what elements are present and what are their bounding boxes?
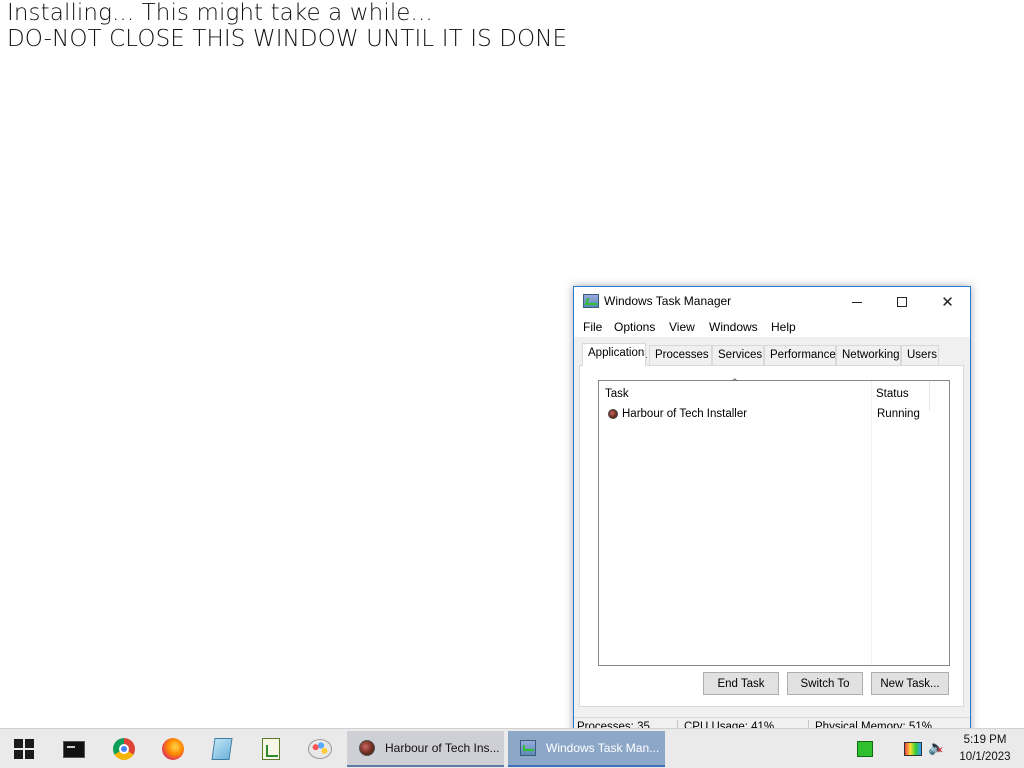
switch-to-button[interactable]: Switch To [787, 672, 863, 695]
command-prompt-button[interactable] [62, 737, 86, 761]
close-button[interactable]: ✕ [925, 287, 970, 317]
tab-networking[interactable]: Networking [836, 345, 901, 365]
clock-date: 10/1/2023 [959, 751, 1011, 763]
desktop: Installing... This might take a while...… [0, 0, 1024, 768]
tray-display-icon[interactable] [904, 742, 922, 756]
column-header-task[interactable]: Task [605, 388, 629, 400]
mute-icon: ✕ [936, 746, 944, 756]
installer-app-icon [608, 409, 618, 419]
menu-bar: File Options View Windows Help [574, 317, 970, 337]
command-prompt-icon [63, 740, 85, 758]
menu-options[interactable]: Options [614, 320, 655, 334]
table-row[interactable]: Harbour of Tech Installer Running [600, 407, 948, 425]
chrome-icon [113, 738, 135, 760]
menu-help[interactable]: Help [771, 320, 796, 334]
chrome-button[interactable] [112, 737, 136, 761]
windows-logo-icon [14, 739, 34, 759]
tab-processes[interactable]: Processes [649, 345, 712, 365]
taskbar: Harbour of Tech Ins... Windows Task Man.… [0, 728, 1024, 768]
task-manager-window: Windows Task Manager ✕ File Options View… [573, 286, 971, 738]
maximize-button[interactable] [879, 287, 924, 317]
spreadsheet-button[interactable] [259, 737, 283, 761]
firefox-button[interactable] [161, 737, 185, 761]
taskbar-item-task-manager[interactable]: Windows Task Man... [508, 731, 665, 767]
title-bar[interactable]: Windows Task Manager ✕ [574, 287, 970, 317]
paint-button[interactable] [308, 737, 332, 761]
task-manager-icon [583, 294, 599, 308]
maximize-icon [896, 297, 907, 307]
menu-windows[interactable]: Windows [709, 320, 758, 334]
clock-time: 5:19 PM [963, 734, 1007, 746]
installer-message: Installing... This might take a while...… [7, 0, 567, 52]
notepad-button[interactable] [210, 737, 234, 761]
firefox-icon [162, 738, 184, 760]
paint-icon [308, 739, 332, 759]
installer-app-icon [359, 740, 375, 756]
row-task-name: Harbour of Tech Installer [622, 408, 748, 420]
minimize-button[interactable] [834, 287, 879, 317]
system-clock[interactable]: 5:19 PM 10/1/2023 [950, 732, 1020, 766]
applications-panel: ^ Task Status Harbour of Tech Installer … [579, 365, 964, 707]
installer-message-line2: DO-NOT CLOSE THIS WINDOW UNTIL IT IS DON… [7, 26, 568, 52]
task-manager-icon [520, 740, 536, 756]
installer-message-line1: Installing... This might take a while... [7, 0, 433, 26]
tab-users[interactable]: Users [901, 345, 939, 365]
taskbar-item-label: Harbour of Tech Ins... [385, 741, 500, 755]
column-header-status[interactable]: Status [876, 388, 909, 400]
tab-services[interactable]: Services [712, 345, 764, 365]
taskbar-item-label: Windows Task Man... [546, 741, 660, 755]
spreadsheet-icon [262, 738, 280, 760]
new-task-button[interactable]: New Task... [871, 672, 949, 695]
taskbar-item-installer[interactable]: Harbour of Tech Ins... [347, 731, 504, 767]
tab-applications[interactable]: Applications [582, 343, 646, 366]
window-title: Windows Task Manager [604, 294, 732, 308]
start-button[interactable] [12, 737, 36, 761]
sort-ascending-icon: ^ [731, 378, 739, 388]
minimize-icon [851, 301, 862, 303]
task-list[interactable]: ^ Task Status Harbour of Tech Installer … [598, 378, 950, 666]
end-task-button[interactable]: End Task [703, 672, 779, 695]
close-icon: ✕ [941, 292, 954, 311]
menu-file[interactable]: File [583, 320, 602, 334]
menu-view[interactable]: View [669, 320, 695, 334]
tab-performance[interactable]: Performance [764, 345, 836, 365]
notepad-icon [211, 738, 233, 760]
tray-performance-icon[interactable] [857, 741, 873, 757]
row-status: Running [877, 408, 920, 420]
